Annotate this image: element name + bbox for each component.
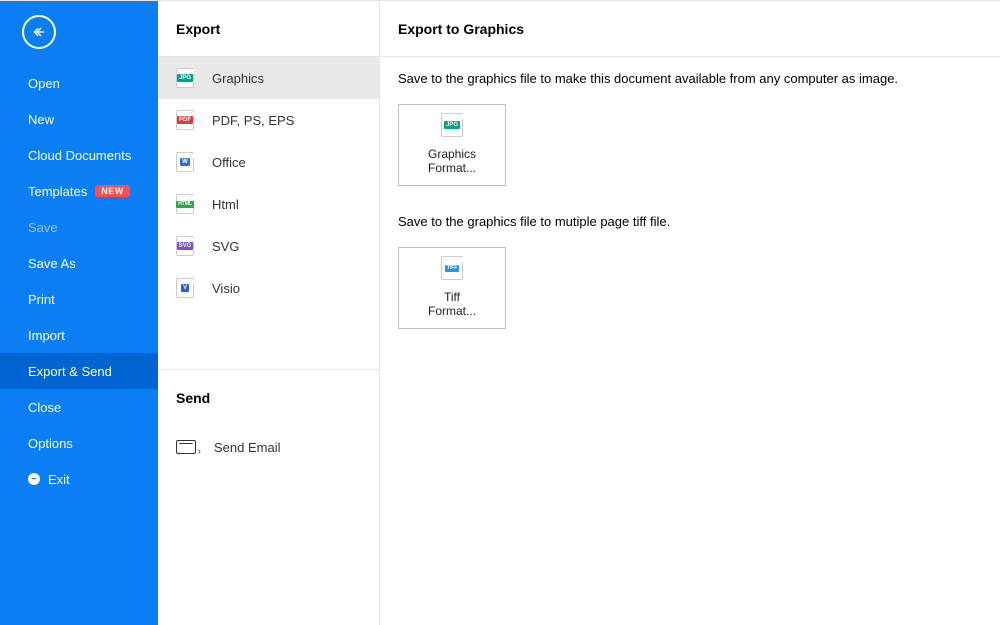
send-section: › Send Email (158, 426, 379, 468)
card-label: GraphicsFormat... (428, 147, 476, 176)
tiff-icon: TIFF (441, 256, 463, 280)
nav-save[interactable]: Save (0, 209, 158, 245)
export-item-office[interactable]: W Office (158, 141, 379, 183)
export-item-label: Visio (212, 281, 240, 296)
content-header: Export to Graphics (380, 1, 1000, 57)
nav-import[interactable]: Import (0, 317, 158, 353)
card-label: TiffFormat... (428, 290, 476, 319)
mail-icon: › (176, 440, 196, 454)
nav-label: Close (28, 400, 61, 415)
export-item-label: Office (212, 155, 246, 170)
new-badge: NEW (95, 185, 130, 197)
export-item-visio[interactable]: V Visio (158, 267, 379, 309)
html-icon: HTML (176, 194, 194, 214)
graphics-format-card[interactable]: JPG GraphicsFormat... (398, 104, 506, 186)
tiff-description: Save to the graphics file to mutiple pag… (398, 214, 982, 229)
jpg-icon: JPG (441, 113, 463, 137)
export-send-panel: Export JPG Graphics PDF PDF, PS, EPS W O… (158, 1, 380, 625)
export-item-label: Graphics (212, 71, 264, 86)
nav-label: Import (28, 328, 65, 343)
send-section-header: Send (158, 370, 379, 426)
nav-close[interactable]: Close (0, 389, 158, 425)
nav-label: Exit (48, 472, 70, 487)
back-button[interactable] (22, 15, 56, 49)
back-arrow-icon (31, 24, 47, 40)
nav-label: Options (28, 436, 73, 451)
export-section: JPG Graphics PDF PDF, PS, EPS W Office H… (158, 57, 379, 370)
nav-exit[interactable]: – Exit (0, 461, 158, 497)
nav-open[interactable]: Open (0, 65, 158, 101)
tiff-format-card[interactable]: TIFF TiffFormat... (398, 247, 506, 329)
pdf-icon: PDF (176, 110, 194, 130)
word-icon: W (176, 152, 194, 172)
graphics-description: Save to the graphics file to make this d… (398, 71, 982, 86)
jpg-icon: JPG (176, 68, 194, 88)
export-item-svg[interactable]: SVG SVG (158, 225, 379, 267)
nav-new[interactable]: New (0, 101, 158, 137)
export-item-label: Html (212, 197, 239, 212)
nav-label: Print (28, 292, 55, 307)
export-item-graphics[interactable]: JPG Graphics (158, 57, 379, 99)
nav-label: Export & Send (28, 364, 112, 379)
nav-templates[interactable]: Templates NEW (0, 173, 158, 209)
nav-label: Templates (28, 184, 87, 199)
export-item-label: SVG (212, 239, 239, 254)
nav-options[interactable]: Options (0, 425, 158, 461)
nav-export-send[interactable]: Export & Send (0, 353, 158, 389)
content-panel: Export to Graphics Save to the graphics … (380, 1, 1000, 625)
nav-label: Cloud Documents (28, 148, 131, 163)
nav-print[interactable]: Print (0, 281, 158, 317)
send-item-email[interactable]: › Send Email (158, 426, 379, 468)
nav-cloud-documents[interactable]: Cloud Documents (0, 137, 158, 173)
svg-icon: SVG (176, 236, 194, 256)
nav-label: Open (28, 76, 60, 91)
exit-icon: – (28, 473, 40, 485)
nav-label: Save (28, 220, 58, 235)
nav-save-as[interactable]: Save As (0, 245, 158, 281)
nav-label: New (28, 112, 54, 127)
send-item-label: Send Email (214, 440, 280, 455)
content-body: Save to the graphics file to make this d… (380, 57, 1000, 371)
visio-icon: V (176, 278, 194, 298)
app-root: Open New Cloud Documents Templates NEW S… (0, 0, 1000, 625)
export-section-header: Export (158, 1, 379, 57)
export-item-label: PDF, PS, EPS (212, 113, 294, 128)
export-item-pdf[interactable]: PDF PDF, PS, EPS (158, 99, 379, 141)
nav-label: Save As (28, 256, 76, 271)
export-item-html[interactable]: HTML Html (158, 183, 379, 225)
file-menu-sidebar: Open New Cloud Documents Templates NEW S… (0, 1, 158, 625)
